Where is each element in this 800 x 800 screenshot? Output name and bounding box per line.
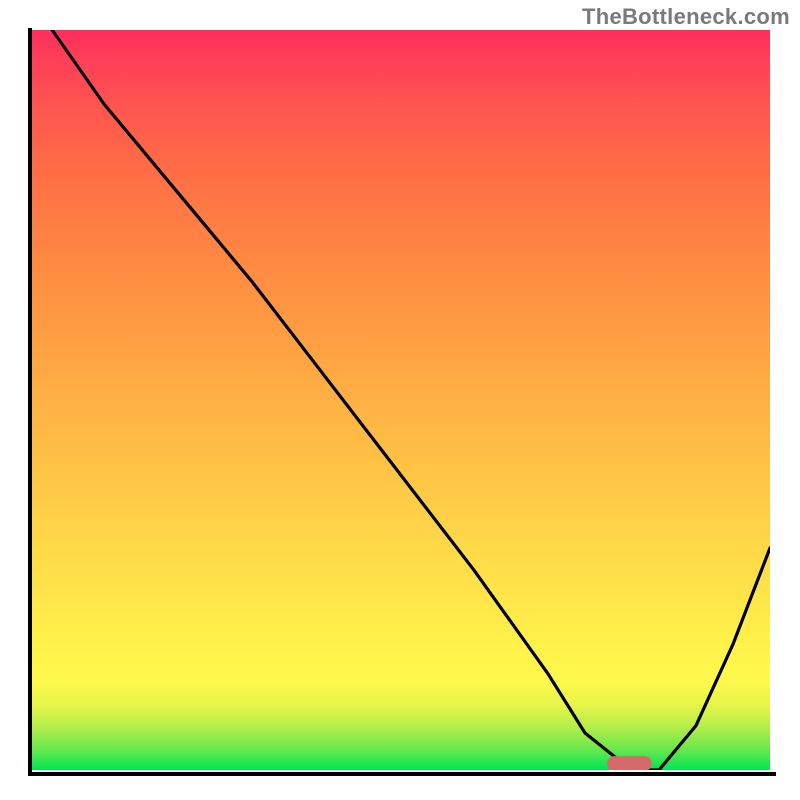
chart-overlay (30, 30, 770, 770)
plot-area (30, 30, 770, 770)
bottleneck-curve (52, 30, 770, 770)
optimum-marker (607, 756, 651, 770)
watermark-text: TheBottleneck.com (582, 4, 790, 30)
chart-container: TheBottleneck.com (0, 0, 800, 800)
